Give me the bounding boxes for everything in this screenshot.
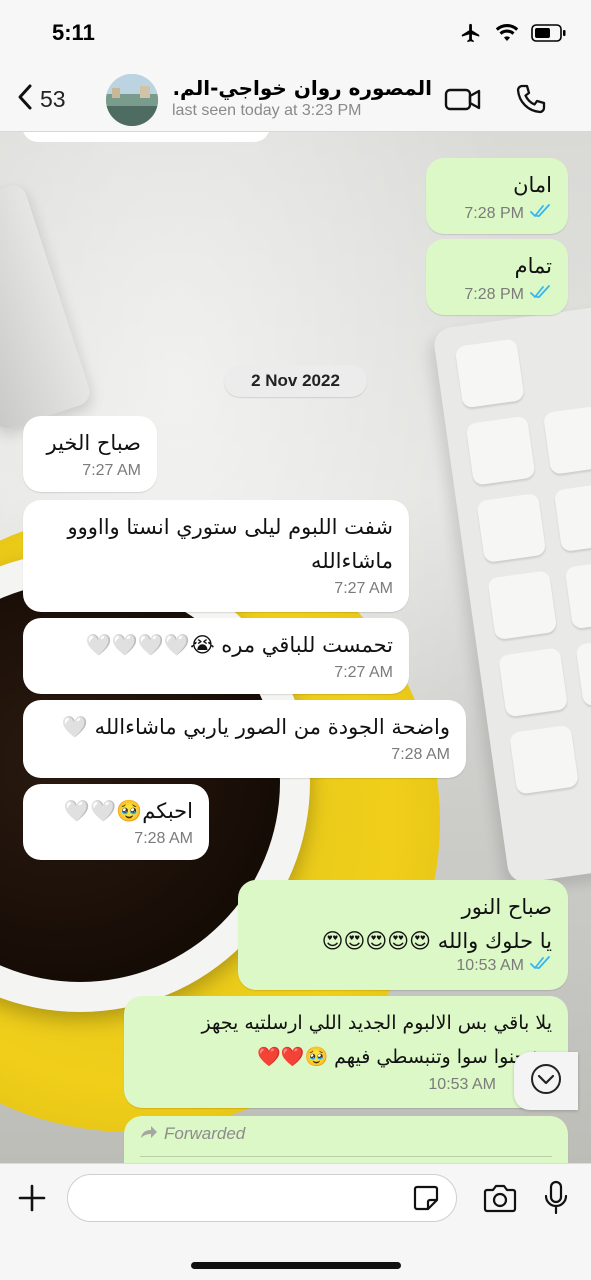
wifi-icon [495, 23, 519, 47]
message-input[interactable] [67, 1174, 457, 1222]
message-bubble-outgoing[interactable]: تمام 7:28 PM [426, 239, 568, 315]
message-bubble-outgoing[interactable]: Forwarded [124, 1116, 568, 1163]
message-meta: 10:53 AM [140, 1076, 552, 1094]
forward-arrow-icon [140, 1124, 158, 1144]
message-meta: 10:53 AM [254, 956, 552, 975]
unread-count: 53 [40, 85, 66, 112]
contact-info[interactable]: المصوره روان خواجي-الم... last seen toda… [172, 76, 432, 120]
message-time: 7:28 PM [464, 285, 524, 303]
message-meta: 7:28 AM [39, 746, 450, 764]
forwarded-text: Forwarded [164, 1124, 246, 1143]
camera-icon[interactable] [482, 1183, 518, 1219]
double-check-icon [530, 956, 552, 975]
chat-area[interactable]: امان 7:28 PM تمام 7:28 PM 2 Nov 2022 صبا… [0, 132, 591, 1163]
status-bar: 5:11 [0, 0, 591, 68]
message-time: 10:53 AM [428, 1076, 496, 1093]
message-text: صباح الخير [46, 431, 141, 455]
chat-header: 53 المصوره روان خواجي-الم... last seen t… [0, 68, 591, 132]
message-time: 7:28 AM [391, 746, 450, 763]
plus-icon[interactable] [16, 1182, 48, 1218]
message-time: 7:27 AM [82, 462, 141, 479]
message-text: واضحة الجودة من الصور ياربي ماشاءالله 🤍 [61, 715, 450, 739]
message-time: 7:27 AM [334, 580, 393, 597]
message-bubble-incoming[interactable]: تحمست للباقي مره 😭🤍🤍🤍🤍 7:27 AM [23, 618, 409, 694]
message-meta: 7:28 AM [39, 830, 193, 848]
chevron-left-icon [14, 82, 36, 116]
input-bar [0, 1163, 591, 1280]
message-bubble-outgoing[interactable]: صباح النور يا حلوك والله 😍😍😍😍😍 10:53 AM [238, 880, 568, 990]
message-text: امان [513, 173, 552, 197]
message-meta: 7:27 AM [39, 664, 393, 682]
message-bubble-incoming[interactable]: واضحة الجودة من الصور ياربي ماشاءالله 🤍 … [23, 700, 466, 778]
message-bubble-incoming[interactable]: احبكم🥹🤍🤍 7:28 AM [23, 784, 209, 860]
battery-icon [531, 23, 567, 47]
message-time: 10:53 AM [456, 956, 524, 974]
message-text: احبكم🥹🤍🤍 [63, 799, 193, 823]
airplane-icon [459, 22, 483, 48]
message-text-line: يا حلوك والله 😍😍😍😍😍 [321, 929, 552, 953]
avatar[interactable] [106, 74, 158, 126]
scroll-to-bottom-button[interactable] [514, 1052, 578, 1110]
message-meta: 7:27 AM [39, 462, 141, 480]
message-text: تحمست للباقي مره 😭🤍🤍🤍🤍 [85, 633, 393, 657]
sticker-icon[interactable] [412, 1184, 440, 1216]
phone-icon[interactable] [514, 82, 548, 120]
message-text: شفت اللبوم ليلى ستوري انستا وااووو ماشاء… [67, 515, 393, 573]
forwarded-label: Forwarded [140, 1124, 552, 1144]
back-button[interactable]: 53 [14, 82, 66, 116]
message-time: 7:27 AM [334, 664, 393, 681]
chevron-down-icon [529, 1062, 563, 1100]
message-time: 7:28 PM [464, 204, 524, 222]
double-check-icon [530, 285, 552, 304]
status-icons [459, 22, 567, 48]
message-meta: 7:28 PM [442, 204, 552, 223]
microphone-icon[interactable] [542, 1180, 570, 1220]
quoted-divider [140, 1156, 552, 1157]
message-bubble-outgoing[interactable]: يلا باقي بس الالبوم الجديد اللي ارسلتيه … [124, 996, 568, 1108]
message-bubble-outgoing[interactable]: امان 7:28 PM [426, 158, 568, 234]
video-call-icon[interactable] [444, 82, 482, 120]
date-separator: 2 Nov 2022 [224, 365, 367, 397]
message-text: تمام [514, 254, 552, 278]
message-time: 7:28 AM [134, 830, 193, 847]
contact-name: المصوره روان خواجي-الم... [172, 76, 432, 100]
home-indicator [191, 1262, 401, 1269]
double-check-icon [530, 204, 552, 223]
message-bubble-incoming[interactable]: صباح الخير 7:27 AM [23, 416, 157, 492]
message-text-line: صباح النور [461, 895, 552, 919]
last-seen: last seen today at 3:23 PM [172, 102, 362, 119]
status-time: 5:11 [52, 20, 95, 45]
message-meta: 7:27 AM [39, 580, 393, 598]
message-bubble-incoming[interactable]: شفت اللبوم ليلى ستوري انستا وااووو ماشاء… [23, 500, 409, 612]
message-meta: 7:28 PM [442, 285, 552, 304]
message-text-line: يلا باقي بس الالبوم الجديد اللي ارسلتيه … [201, 1012, 553, 1034]
message-bubble-partial [22, 132, 270, 142]
message-text-line: وشحنوا سوا وتنبسطي فيهم 🥹❤️❤️ [257, 1046, 552, 1068]
